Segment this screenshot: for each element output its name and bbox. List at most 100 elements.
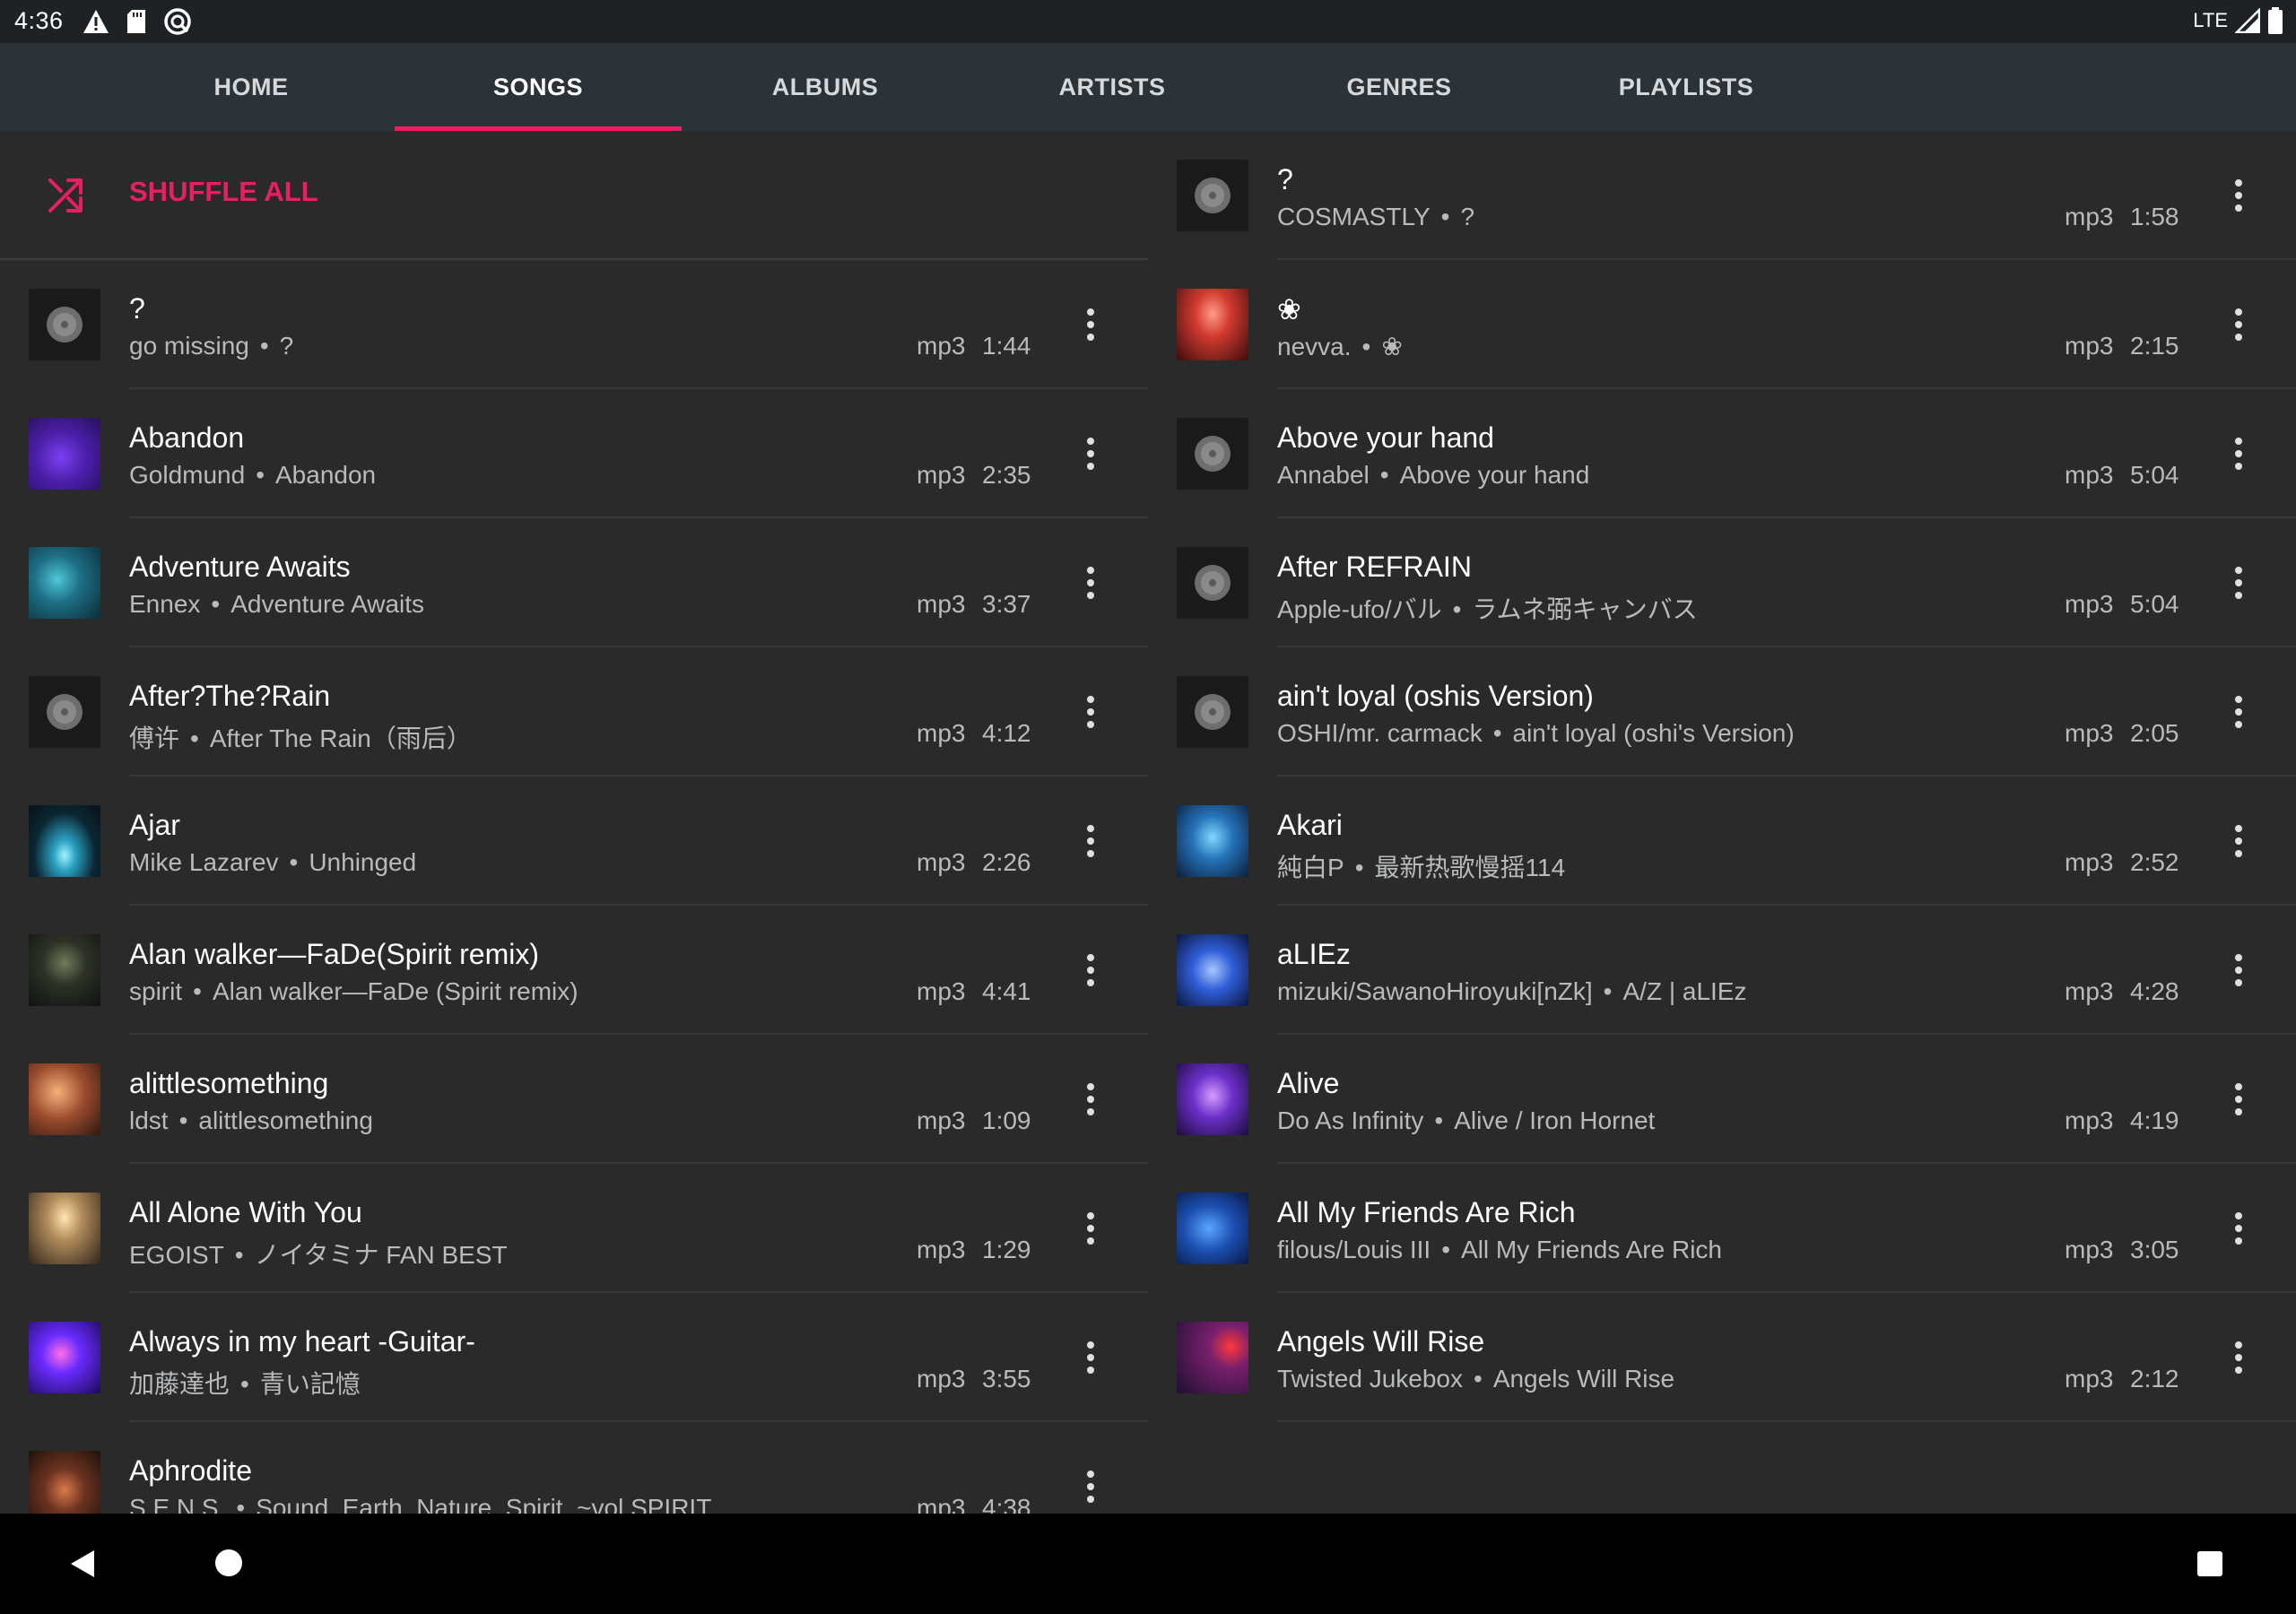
song-album: ❀ <box>1381 333 1403 360</box>
song-subtitle: OSHI/mr. carmack • ain't loyal (oshi's Ver… <box>1277 719 1795 748</box>
more-options-icon[interactable] <box>1073 432 1109 475</box>
song-artist: ldst <box>129 1106 169 1134</box>
more-options-icon[interactable] <box>1073 1078 1109 1121</box>
album-art <box>1177 1193 1248 1264</box>
album-art <box>29 1193 100 1264</box>
tab-albums[interactable]: ALBUMS <box>682 43 969 131</box>
more-options-icon[interactable] <box>2221 174 2257 217</box>
album-art <box>29 418 100 490</box>
song-album: After The Rain（雨后） <box>209 725 472 752</box>
song-duration: 5:04 <box>2130 461 2179 489</box>
song-row[interactable]: Akari 純白P • 最新热歌慢摇114 mp3 2:52 <box>1148 777 2296 906</box>
song-duration: 2:15 <box>2130 332 2179 360</box>
song-artist: Ennex <box>129 590 201 618</box>
album-art <box>29 1451 100 1514</box>
song-row[interactable]: All My Friends Are Rich filous/Louis III •… <box>1148 1164 2296 1293</box>
song-row[interactable]: Aphrodite S.E.N.S. • Sound, Earth, Nature, … <box>0 1422 1148 1514</box>
more-options-icon[interactable] <box>2221 1336 2257 1379</box>
song-subtitle: nevva. • ❀ <box>1277 332 1403 361</box>
album-art <box>29 289 100 360</box>
song-duration: 3:55 <box>982 1365 1031 1393</box>
song-duration: 3:37 <box>982 590 1031 618</box>
song-row[interactable]: After?The?Rain 傅许 • After The Rain（雨后） mp3 4:… <box>0 647 1148 777</box>
album-art <box>29 805 100 877</box>
song-duration: 3:05 <box>2130 1236 2179 1263</box>
song-row[interactable]: ain't loyal (oshis Version) OSHI/mr. carm… <box>1148 647 2296 777</box>
song-format: mp3 <box>917 977 966 1005</box>
song-list[interactable]: SHUFFLE ALL ? go missing •? mp3 1:44 Abandon G… <box>0 131 2296 1514</box>
more-options-icon[interactable] <box>1073 949 1109 992</box>
divider <box>1277 1420 2296 1422</box>
tab-genres[interactable]: GENRES <box>1256 43 1543 131</box>
song-album: ラムネ弼キャンバス <box>1472 595 1698 623</box>
separator-dot: • <box>1441 1236 1451 1263</box>
more-options-icon[interactable] <box>1073 1465 1109 1508</box>
tab-home[interactable]: HOME <box>108 43 395 131</box>
album-art <box>1177 934 1248 1006</box>
album-art <box>29 547 100 619</box>
more-options-icon[interactable] <box>2221 303 2257 346</box>
more-options-icon[interactable] <box>1073 1207 1109 1250</box>
more-options-icon[interactable] <box>2221 949 2257 992</box>
recents-square-icon[interactable] <box>2197 1551 2222 1576</box>
song-artist: 傅许 <box>129 725 180 752</box>
more-options-icon[interactable] <box>1073 820 1109 863</box>
song-album: A/Z | aLIEz <box>1622 977 1747 1005</box>
tab-artists[interactable]: ARTISTS <box>969 43 1256 131</box>
song-format: mp3 <box>2065 1365 2114 1393</box>
song-row[interactable]: Adventure Awaits Ennex • Adventure Awaits mp… <box>0 518 1148 647</box>
sd-card-icon <box>127 10 145 33</box>
song-title: alittlesomething <box>129 1067 329 1099</box>
song-row[interactable]: After REFRAIN Apple-ufo/バル • ラムネ弼キャンバス mp3 5:… <box>1148 518 2296 647</box>
more-options-icon[interactable] <box>2221 1078 2257 1121</box>
more-options-icon[interactable] <box>1073 561 1109 604</box>
song-row[interactable]: ? go missing •? mp3 1:44 <box>0 260 1148 389</box>
status-icons-left <box>83 7 192 36</box>
song-row[interactable]: Ajar Mike Lazarev • Unhinged mp3 2:26 <box>0 777 1148 906</box>
song-artist: filous/Louis III <box>1277 1236 1431 1263</box>
song-title: Abandon <box>129 421 245 454</box>
song-row[interactable]: Angels Will Rise Twisted Jukebox • Angels W… <box>1148 1293 2296 1422</box>
song-artist: OSHI/mr. carmack <box>1277 719 1483 747</box>
song-artist: S.E.N.S. <box>129 1494 226 1514</box>
tab-artists-label: ARTISTS <box>1058 73 1166 100</box>
song-artist: Annabel <box>1277 461 1370 489</box>
back-triangle-icon[interactable] <box>70 1549 95 1578</box>
song-subtitle: Apple-ufo/バル • ラムネ弼キャンバス <box>1277 590 1698 626</box>
song-row[interactable]: ❀ nevva. • ❀ mp3 2:15 <box>1148 260 2296 389</box>
song-row[interactable]: Alan walker—FaDe(Spirit remix) spirit • Ala… <box>0 906 1148 1035</box>
song-duration: 1:29 <box>982 1236 1031 1263</box>
tab-genres-label: GENRES <box>1346 73 1452 100</box>
song-row[interactable]: Abandon Goldmund • Abandon mp3 2:35 <box>0 389 1148 518</box>
song-row[interactable]: All Alone With You EGOIST • ノイタミナ FAN BEST m… <box>0 1164 1148 1293</box>
more-options-icon[interactable] <box>2221 1207 2257 1250</box>
disc-placeholder-icon <box>1195 436 1231 472</box>
more-options-icon[interactable] <box>1073 1336 1109 1379</box>
song-row[interactable]: Alive Do As Infinity • Alive / Iron Hornet m… <box>1148 1035 2296 1164</box>
separator-dot: • <box>1361 333 1371 360</box>
song-album: Alan walker—FaDe (Spirit remix) <box>212 977 578 1005</box>
more-options-icon[interactable] <box>1073 303 1109 346</box>
separator-dot: • <box>1379 461 1389 489</box>
tab-playlists[interactable]: PLAYLISTS <box>1543 43 1830 131</box>
song-format: mp3 <box>2065 848 2114 876</box>
tab-songs[interactable]: SONGS <box>395 43 682 131</box>
shuffle-all-button[interactable]: SHUFFLE ALL <box>0 131 1148 260</box>
home-circle-icon[interactable] <box>215 1549 242 1576</box>
song-subtitle: Mike Lazarev • Unhinged <box>129 848 416 877</box>
song-row[interactable]: Always in my heart -Guitar- 加藤達也 • 青い記憶 mp3 3… <box>0 1293 1148 1422</box>
song-row[interactable]: Above your hand Annabel • Above your hand mp… <box>1148 389 2296 518</box>
song-artist: Apple-ufo/バル <box>1277 595 1442 623</box>
song-format: mp3 <box>917 719 966 747</box>
song-subtitle: Goldmund • Abandon <box>129 461 376 490</box>
more-options-icon[interactable] <box>2221 561 2257 604</box>
more-options-icon[interactable] <box>1073 690 1109 733</box>
more-options-icon[interactable] <box>2221 820 2257 863</box>
tab-bar: HOME SONGS ALBUMS ARTISTS GENRES PLAYLIS… <box>0 43 2296 131</box>
song-row[interactable]: alittlesomething ldst • alittlesomething mp3… <box>0 1035 1148 1164</box>
more-options-icon[interactable] <box>2221 690 2257 733</box>
song-title: aLIEz <box>1277 938 1351 970</box>
song-row[interactable]: ? COSMASTLY •? mp3 1:58 <box>1148 131 2296 260</box>
song-row[interactable]: aLIEz mizuki/SawanoHiroyuki[nZk] • A/Z | aL… <box>1148 906 2296 1035</box>
more-options-icon[interactable] <box>2221 432 2257 475</box>
